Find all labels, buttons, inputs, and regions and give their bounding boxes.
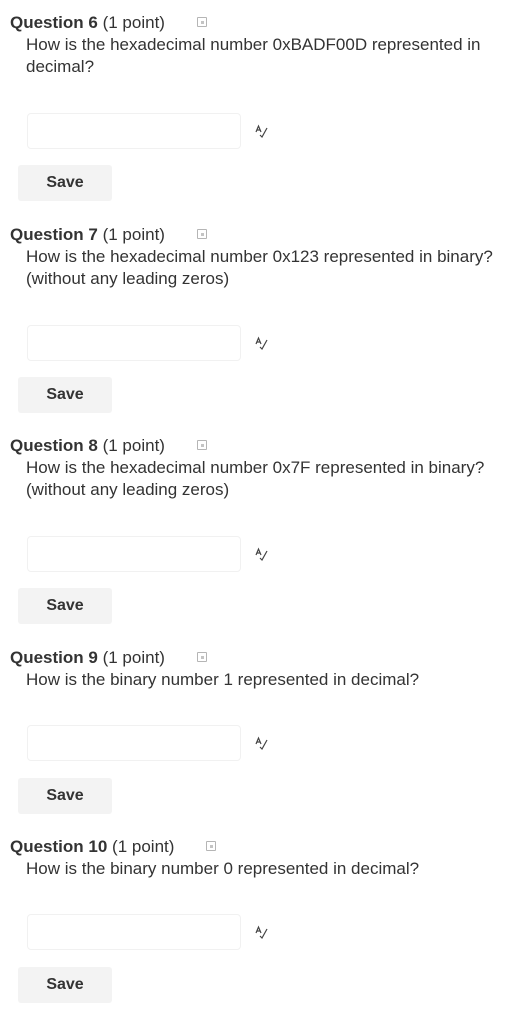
question-text: How is the hexadecimal number 0x7F repre… [26, 458, 485, 499]
question-points: (1 point) [102, 225, 165, 244]
answer-input[interactable] [27, 325, 241, 361]
question-text: How is the hexadecimal number 0x123 repr… [26, 247, 493, 288]
question-header: Question 6 (1 point) [10, 12, 165, 34]
flag-question-icon[interactable] [197, 229, 207, 239]
question-header: Question 7 (1 point) [10, 224, 165, 246]
question-7: Question 7 (1 point) How is the hexadeci… [0, 224, 524, 424]
question-number: Question 7 [10, 225, 98, 244]
question-10: Question 10 (1 point) How is the binary … [0, 836, 524, 1024]
save-button[interactable]: Save [18, 967, 112, 1003]
question-number: Question 8 [10, 436, 98, 455]
question-points: (1 point) [102, 13, 165, 32]
question-text: How is the binary number 0 represented i… [26, 859, 420, 878]
question-points: (1 point) [102, 436, 165, 455]
save-button[interactable]: Save [18, 377, 112, 413]
answer-input[interactable] [27, 113, 241, 149]
spell-check-icon[interactable] [254, 925, 268, 939]
flag-question-icon[interactable] [197, 440, 207, 450]
save-button[interactable]: Save [18, 778, 112, 814]
question-header: Question 9 (1 point) [10, 647, 165, 669]
question-number: Question 9 [10, 648, 98, 667]
question-9: Question 9 (1 point) How is the binary n… [0, 647, 524, 847]
answer-input[interactable] [27, 536, 241, 572]
question-8: Question 8 (1 point) How is the hexadeci… [0, 435, 524, 635]
question-points: (1 point) [112, 837, 175, 856]
spell-check-icon[interactable] [254, 124, 268, 138]
question-points: (1 point) [102, 648, 165, 667]
spell-check-icon[interactable] [254, 336, 268, 350]
question-number: Question 6 [10, 13, 98, 32]
save-button[interactable]: Save [18, 165, 112, 201]
question-text: How is the binary number 1 represented i… [26, 670, 420, 689]
question-6: Question 6 (1 point) How is the hexadeci… [0, 12, 524, 212]
answer-input[interactable] [27, 725, 241, 761]
question-number: Question 10 [10, 837, 108, 856]
save-button[interactable]: Save [18, 588, 112, 624]
spell-check-icon[interactable] [254, 547, 268, 561]
flag-question-icon[interactable] [197, 652, 207, 662]
question-header: Question 10 (1 point) [10, 836, 174, 858]
quiz-questions: Question 6 (1 point) How is the hexadeci… [0, 0, 524, 1024]
spell-check-icon[interactable] [254, 736, 268, 750]
answer-input[interactable] [27, 914, 241, 950]
question-header: Question 8 (1 point) [10, 435, 165, 457]
flag-question-icon[interactable] [197, 17, 207, 27]
question-text: How is the hexadecimal number 0xBADF00D … [26, 35, 481, 76]
flag-question-icon[interactable] [206, 841, 216, 851]
